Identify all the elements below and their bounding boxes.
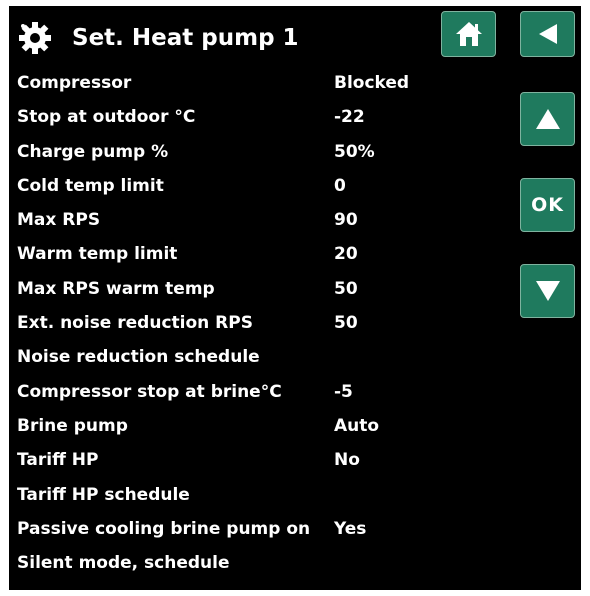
setting-label: Silent mode, schedule [17,553,230,574]
setting-label: Cold temp limit [17,175,164,196]
settings-row-tariff-hp[interactable]: Tariff HP No [9,445,509,479]
settings-row-charge-pump[interactable]: Charge pump % 50% [9,137,509,171]
gear-icon [17,20,53,56]
setting-value: 20 [334,244,358,265]
arrow-down-icon [535,281,560,301]
ok-label: OK [531,194,564,216]
settings-row-max-rps-warm-temp[interactable]: Max RPS warm temp 50 [9,274,509,308]
setting-value: 50 [334,313,358,334]
setting-value: 50% [334,141,375,162]
setting-value: No [334,450,360,471]
home-button[interactable] [441,11,496,57]
settings-row-tariff-hp-schedule[interactable]: Tariff HP schedule [9,480,509,514]
setting-value: Auto [334,415,380,436]
setting-label: Warm temp limit [17,244,178,265]
setting-value: -5 [334,381,353,402]
setting-label: Charge pump % [17,141,169,162]
setting-label: Noise reduction schedule [17,347,260,368]
setting-label: Passive cooling brine pump on [17,518,311,539]
setting-value: 50 [334,278,358,299]
setting-value: Blocked [334,73,410,93]
setting-label: Max RPS warm temp [17,278,215,299]
setting-label: Compressor stop at brine°C [17,381,282,402]
setting-label: Brine pump [17,415,128,436]
settings-row-noise-reduction-schedule[interactable]: Noise reduction schedule [9,342,509,376]
settings-row-warm-temp-limit[interactable]: Warm temp limit 20 [9,239,509,273]
setting-label: Tariff HP [17,450,99,471]
header: Set. Heat pump 1 [9,6,581,66]
setting-value: Yes [334,518,367,539]
settings-list: Compressor Blocked Stop at outdoor °C -2… [9,68,509,582]
setting-label: Compressor [17,73,132,93]
settings-row-ext-noise-reduction-rps[interactable]: Ext. noise reduction RPS 50 [9,308,509,342]
setting-label: Stop at outdoor °C [17,107,196,128]
settings-row-stop-at-outdoor[interactable]: Stop at outdoor °C -22 [9,102,509,136]
down-button[interactable] [520,264,575,318]
up-button[interactable] [520,92,575,146]
setting-label: Max RPS [17,210,101,231]
setting-label: Tariff HP schedule [17,484,190,505]
setting-value: 0 [334,175,346,196]
settings-row-silent-mode-schedule[interactable]: Silent mode, schedule [9,548,509,582]
ok-button[interactable]: OK [520,178,575,232]
settings-row-compressor[interactable]: Compressor Blocked [9,68,509,102]
setting-value: 90 [334,210,358,231]
settings-row-compressor-stop-at-brine[interactable]: Compressor stop at brine°C -5 [9,377,509,411]
back-arrow-icon [538,24,557,44]
settings-row-max-rps[interactable]: Max RPS 90 [9,205,509,239]
setting-label: Ext. noise reduction RPS [17,313,253,334]
setting-value: -22 [334,107,365,128]
display-screen: Set. Heat pump 1 OK Compressor Blocked S… [9,6,581,590]
arrow-up-icon [535,109,560,129]
page-title: Set. Heat pump 1 [72,25,299,51]
back-button[interactable] [520,11,575,57]
settings-row-cold-temp-limit[interactable]: Cold temp limit 0 [9,171,509,205]
home-icon [455,22,482,46]
settings-row-brine-pump[interactable]: Brine pump Auto [9,411,509,445]
settings-row-passive-cooling-brine-pump[interactable]: Passive cooling brine pump on Yes [9,514,509,548]
